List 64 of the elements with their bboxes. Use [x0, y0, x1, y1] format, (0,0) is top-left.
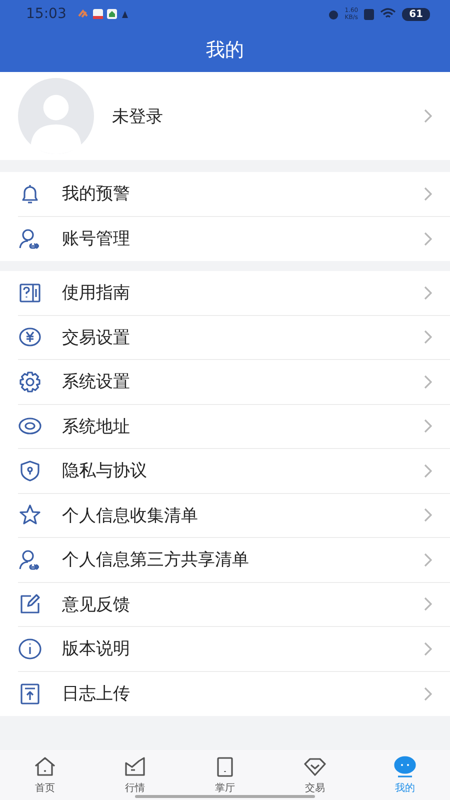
menu-label: 个人信息第三方共享清单 [62, 549, 249, 572]
chevron-icon [424, 330, 432, 344]
wifi-icon [380, 8, 396, 20]
chevron-icon [424, 642, 432, 656]
chevron-icon [424, 686, 432, 701]
chevron-icon [424, 109, 432, 123]
chevron-icon [424, 286, 432, 300]
star-icon [18, 503, 42, 528]
menu-label: 系统设置 [62, 371, 130, 394]
menu-label: 意见反馈 [62, 594, 130, 616]
chat-icon [393, 755, 417, 779]
menu-label: 个人信息收集清单 [62, 504, 198, 527]
shield-icon [18, 458, 42, 483]
menu-item[interactable]: 个人信息第三方共享清单 [18, 538, 450, 582]
chevron-icon [424, 374, 432, 389]
notification-icon [78, 8, 128, 20]
user-icon [18, 548, 42, 572]
menu-label: 交易设置 [62, 326, 130, 349]
tab[interactable]: 行情 [90, 750, 180, 800]
settings-icon [18, 370, 42, 394]
page-title: 我的 [206, 38, 244, 63]
menu-label: 系统地址 [62, 416, 130, 438]
chevron-icon [424, 419, 432, 434]
chevron-icon [424, 508, 432, 522]
home-icon [33, 755, 57, 779]
menu-item[interactable]: 系统地址 [18, 404, 450, 449]
menu-item[interactable]: 日志上传 [18, 672, 450, 716]
avatar-icon [18, 78, 94, 154]
diamond-icon [303, 755, 327, 779]
edit-icon [18, 592, 42, 616]
menu-item[interactable]: 个人信息收集清单 [18, 494, 450, 538]
menu-item[interactable]: 版本说明 [18, 627, 450, 672]
menu-item[interactable]: 使用指南 [18, 271, 450, 316]
tab[interactable]: 首页 [0, 750, 90, 800]
tab[interactable]: 掌厅 [180, 750, 270, 800]
status-time: 15:03 [26, 6, 66, 22]
tab[interactable]: 交易 [270, 750, 360, 800]
user-icon [18, 226, 42, 251]
chevron-icon [424, 232, 432, 246]
menu-label: 我的预警 [62, 183, 130, 206]
menu-label: 账号管理 [62, 228, 130, 250]
menu-item[interactable]: 账号管理 [18, 216, 450, 261]
menu-item[interactable]: 我的预警 [18, 172, 450, 216]
chart-icon [123, 755, 147, 779]
menu-item[interactable]: 交易设置 [18, 316, 450, 360]
upload-icon [18, 682, 42, 706]
menu-label: 使用指南 [62, 282, 130, 304]
menu-label: 隐私与协议 [62, 460, 147, 482]
chevron-icon [424, 464, 432, 478]
menu-item[interactable]: 意见反馈 [18, 582, 450, 627]
battery-level: 61 [402, 8, 430, 20]
guide-icon [18, 280, 42, 305]
yen-icon [18, 325, 42, 350]
chevron-icon [424, 552, 432, 567]
alarm-icon [328, 8, 339, 20]
menu-item[interactable]: 系统设置 [18, 360, 450, 404]
chevron-icon [424, 597, 432, 612]
menu-item[interactable]: 隐私与协议 [18, 449, 450, 494]
info-icon [18, 636, 42, 661]
login-status[interactable]: 未登录 [112, 104, 163, 128]
sim-icon [364, 8, 374, 20]
menu-label: 版本说明 [62, 638, 130, 660]
menu-label: 日志上传 [62, 683, 130, 706]
chevron-icon [424, 186, 432, 201]
